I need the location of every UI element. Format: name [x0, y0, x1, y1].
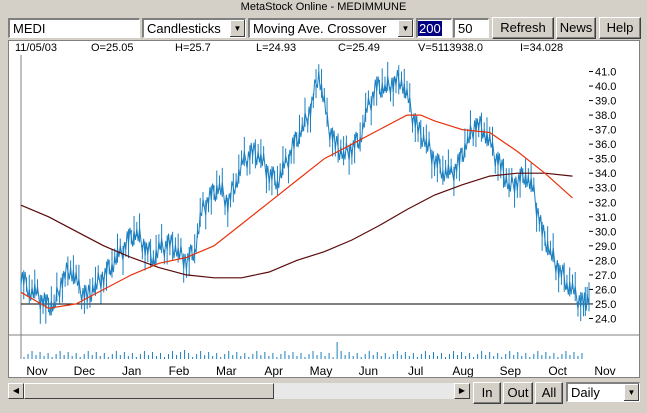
x-tick-label: Mar [216, 364, 237, 377]
toolbar: MEDI Candlesticks ▼ Moving Ave. Crossove… [0, 16, 647, 40]
y-tick-label: 40.0 [595, 81, 616, 93]
y-tick-label: 39.0 [595, 96, 616, 108]
x-tick-label: Jan [122, 364, 141, 377]
arrow-left-icon[interactable]: ◀ [8, 383, 24, 399]
zoom-out-button[interactable]: Out [503, 382, 533, 404]
show-all-button[interactable]: All [535, 382, 563, 404]
period1-input[interactable]: 200 [416, 18, 452, 38]
y-tick-label: 36.0 [595, 139, 616, 151]
refresh-button[interactable]: Refresh [492, 17, 554, 39]
scrollbar-thumb[interactable] [24, 383, 274, 399]
period2-input[interactable]: 50 [453, 18, 489, 38]
y-tick-label: 35.0 [595, 154, 616, 166]
y-tick-label: 32.0 [595, 197, 616, 209]
y-tick-label: 41.0 [595, 67, 616, 79]
x-tick-label: Dec [74, 364, 95, 377]
news-button[interactable]: News [556, 17, 596, 39]
chevron-down-icon[interactable]: ▼ [397, 20, 413, 37]
y-tick-label: 31.0 [595, 212, 616, 224]
chart-style-value: Candlesticks [147, 21, 221, 36]
x-tick-label: Aug [452, 364, 473, 377]
zoom-in-button[interactable]: In [473, 382, 501, 404]
window-title: MetaStock Online - MEDIMMUNE [240, 1, 407, 13]
y-tick-label: 28.0 [595, 255, 616, 267]
y-tick-label: 34.0 [595, 168, 616, 180]
chevron-down-icon[interactable]: ▼ [229, 20, 245, 37]
interval-select[interactable]: Daily ▼ [566, 382, 640, 402]
y-tick-label: 38.0 [595, 110, 616, 122]
arrow-right-icon[interactable]: ▶ [454, 383, 470, 399]
indicator-select[interactable]: Moving Ave. Crossover ▼ [248, 18, 414, 38]
chevron-down-icon[interactable]: ▼ [623, 384, 639, 401]
period1-value: 200 [418, 21, 442, 36]
x-tick-label: May [310, 364, 333, 377]
x-tick-label: Feb [169, 364, 190, 377]
chart-style-select[interactable]: Candlesticks ▼ [142, 18, 246, 38]
x-tick-label: Jul [408, 364, 423, 377]
y-tick-label: 30.0 [595, 226, 616, 238]
y-tick-label: 26.0 [595, 284, 616, 296]
y-tick-label: 25.0 [595, 299, 616, 311]
help-button[interactable]: Help [599, 17, 641, 39]
x-tick-label: Jun [359, 364, 378, 377]
symbol-input[interactable]: MEDI [8, 18, 140, 38]
y-tick-label: 37.0 [595, 125, 616, 137]
y-tick-label: 29.0 [595, 241, 616, 253]
interval-value: Daily [571, 385, 600, 400]
x-tick-label: Sep [500, 364, 522, 377]
chart-panel[interactable]: 11/05/03 O=25.05 H=25.7 L=24.93 C=25.49 … [8, 40, 640, 378]
horizontal-scrollbar[interactable]: ◀ ▶ [8, 383, 470, 399]
x-tick-label: Oct [548, 364, 567, 377]
x-tick-label: Nov [26, 364, 47, 377]
y-tick-label: 33.0 [595, 183, 616, 195]
indicator-value: Moving Ave. Crossover [253, 21, 387, 36]
ma-slow-series [20, 172, 573, 279]
price-chart: 24.0 25.0 26.0 27.0 28.0 29.0 30.0 31.0 32.0 33.0… [9, 55, 639, 377]
x-tick-label: Apr [264, 364, 283, 377]
y-tick-label: 27.0 [595, 270, 616, 282]
y-tick-label: 24.0 [595, 313, 616, 325]
x-tick-label: Nov [594, 364, 615, 377]
